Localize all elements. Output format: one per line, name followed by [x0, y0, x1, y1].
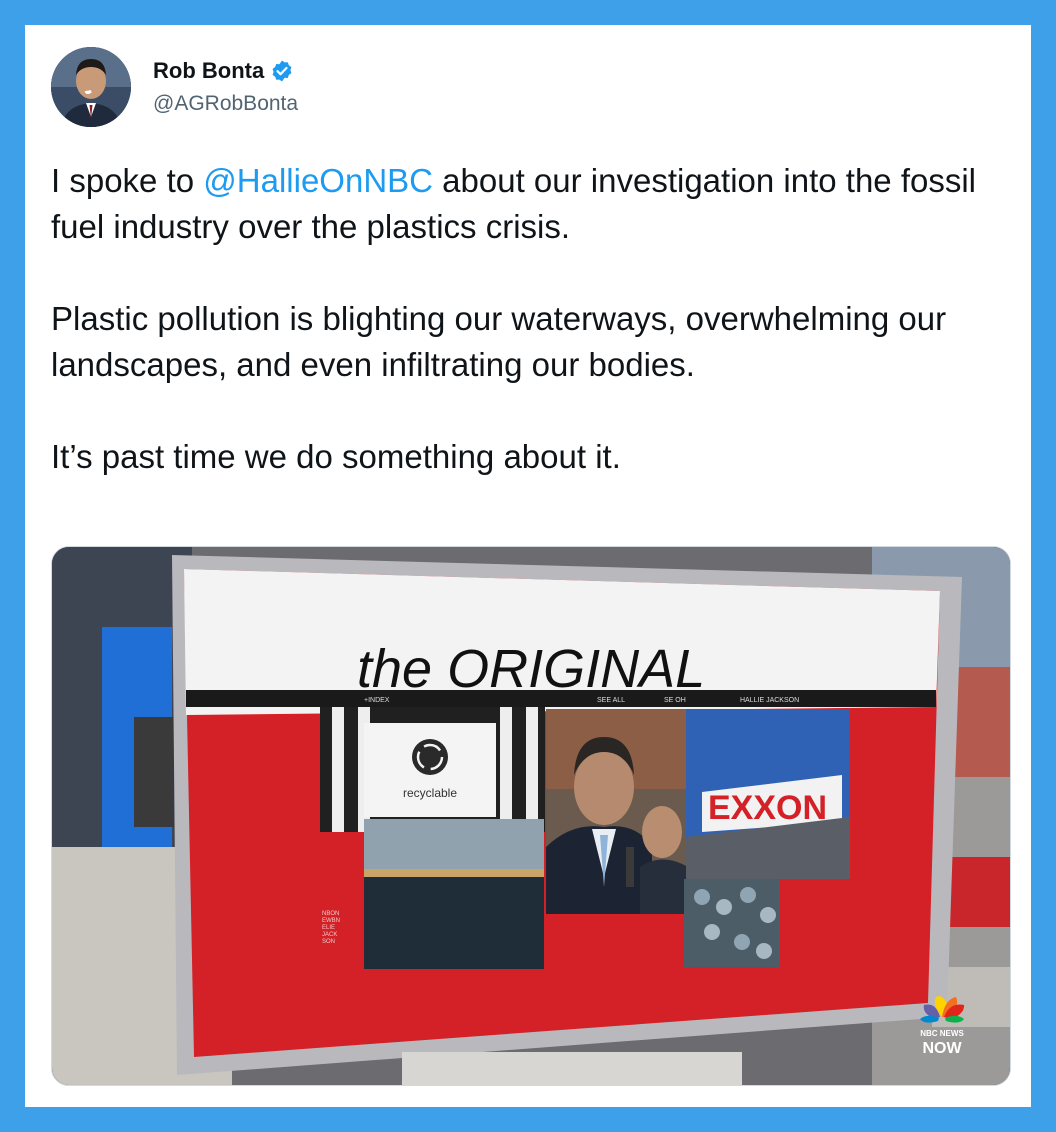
exxon-sign: EXXON [708, 789, 827, 827]
svg-text:NBC NEWS: NBC NEWS [920, 1029, 964, 1038]
screen-nav-host: HALLIE JACKSON [740, 697, 799, 704]
verified-badge-icon [272, 60, 292, 82]
tweet-text: I spoke to @HallieOnNBC about our invest… [51, 158, 1011, 480]
tweet-text-rest: about our investigation into the fossil … [51, 162, 977, 475]
screen-nav-index: +INDEX [364, 697, 390, 704]
svg-text:NOW: NOW [922, 1040, 962, 1057]
screen-nav-see-all: SEE ALL [597, 697, 625, 704]
recycle-label: recyclable [403, 786, 457, 800]
author-display-name[interactable]: Rob Bonta [153, 58, 264, 84]
profile-photo-icon [51, 47, 131, 127]
tweet-text-start: I spoke to [51, 162, 204, 199]
author-handle[interactable]: @AGRobBonta [153, 92, 298, 116]
tweet-card: Rob Bonta @AGRobBonta I spoke to @Hallie… [25, 25, 1031, 1107]
author-avatar[interactable] [51, 47, 131, 127]
screen-nav-show: SE OH [664, 697, 686, 704]
tweet-video[interactable]: the ORIGINAL +INDEX SEE ALL SE OH HALLIE… [51, 546, 1011, 1086]
mention-link[interactable]: @HallieOnNBC [203, 162, 433, 199]
